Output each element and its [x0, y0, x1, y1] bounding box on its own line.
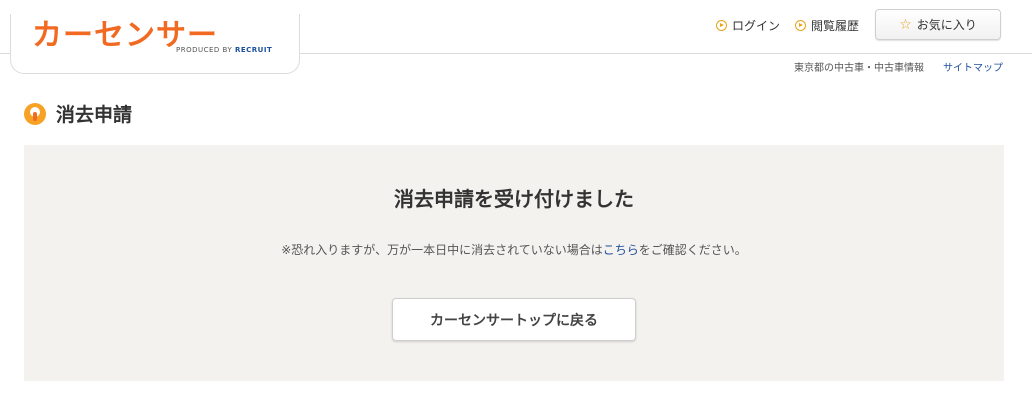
- history-link[interactable]: 閲覧履歴: [795, 17, 859, 34]
- login-link[interactable]: ログイン: [716, 17, 780, 34]
- confirmation-note: ※恐れ入りますが、万が一本日中に消去されていない場合はこちらをご確認ください。: [24, 241, 1004, 258]
- produced-by-text: PRODUCED BY: [176, 46, 235, 54]
- page-title: 消去申請: [56, 104, 133, 126]
- here-link[interactable]: こちら: [603, 243, 639, 257]
- history-label: 閲覧履歴: [811, 19, 860, 33]
- sitemap-link[interactable]: サイトマップ: [943, 63, 1003, 75]
- favorites-label: お気に入り: [916, 18, 977, 32]
- site-header: カーセンサー PRODUCED BY RECRUIT ログイン 閲覧履歴 ☆ お…: [0, 0, 1032, 80]
- star-icon: ☆: [899, 16, 912, 33]
- location-pin-icon: [24, 102, 46, 125]
- note-text-before: ※恐れ入りますが、万が一本日中に消去されていない場合は: [281, 243, 603, 257]
- back-to-top-button[interactable]: カーセンサートップに戻る: [392, 298, 636, 341]
- login-label: ログイン: [732, 19, 781, 33]
- play-circle-icon: [795, 20, 806, 31]
- logo-produced-by: PRODUCED BY RECRUIT: [176, 45, 272, 55]
- note-text-after: をご確認ください。: [638, 243, 747, 257]
- region-link[interactable]: 東京都の中古車・中古車情報: [794, 63, 924, 75]
- recruit-logo: RECRUIT: [234, 46, 273, 54]
- play-circle-icon: [716, 20, 727, 31]
- confirmation-panel: 消去申請を受け付けました ※恐れ入りますが、万が一本日中に消去されていない場合は…: [24, 145, 1004, 381]
- page-title-row: 消去申請: [24, 100, 132, 127]
- favorites-button[interactable]: ☆ お気に入り: [875, 9, 1001, 40]
- confirmation-heading: 消去申請を受け付けました: [394, 187, 634, 211]
